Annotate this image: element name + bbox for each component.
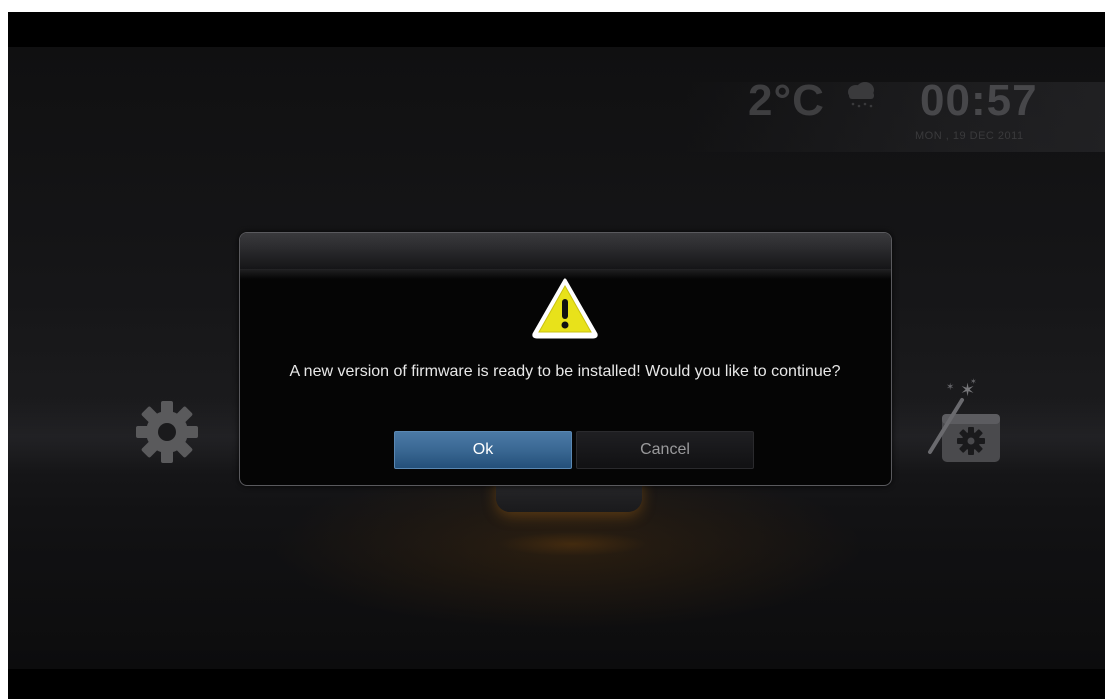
letterbox-bottom — [8, 669, 1105, 699]
svg-text:✶: ✶ — [946, 382, 954, 393]
clock-date: MON , 19 DEC 2011 — [915, 130, 1024, 142]
svg-text:✶: ✶ — [970, 377, 977, 386]
letterbox-top — [8, 12, 1105, 47]
settings-gear-icon[interactable] — [132, 397, 202, 467]
dialog-message: A new version of firmware is ready to be… — [289, 363, 841, 380]
tv-screen: 2°C 00:57 MON , 19 DEC 2011 ✶ ✶ ✶ A new … — [8, 12, 1105, 699]
snow-cloud-icon — [848, 82, 874, 108]
cancel-button[interactable]: Cancel — [576, 431, 754, 469]
warning-icon — [532, 278, 598, 339]
dialog-header — [240, 233, 891, 270]
focus-glow — [498, 532, 648, 556]
temperature: 2°C — [748, 76, 825, 125]
setup-wizard-icon[interactable]: ✶ ✶ ✶ — [920, 374, 1006, 466]
clock-time: 00:57 — [920, 76, 1038, 125]
ok-button[interactable]: Ok — [394, 431, 572, 469]
firmware-update-dialog: A new version of firmware is ready to be… — [239, 232, 892, 486]
